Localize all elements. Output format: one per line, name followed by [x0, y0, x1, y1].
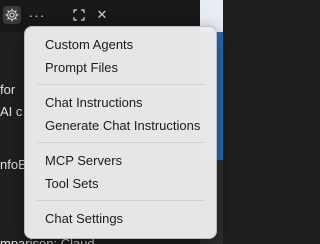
- maximize-icon[interactable]: [70, 6, 88, 24]
- menu-item-prompt-files[interactable]: Prompt Files: [31, 56, 210, 79]
- menu-separator: [37, 142, 204, 143]
- menu-item-tool-sets[interactable]: Tool Sets: [31, 172, 210, 195]
- menu-item-chat-instructions[interactable]: Chat Instructions: [31, 91, 210, 114]
- menu-item-mcp-servers[interactable]: MCP Servers: [31, 149, 210, 172]
- more-icon[interactable]: ···: [28, 6, 46, 24]
- close-label: ✕: [96, 7, 108, 22]
- menu-item-generate-chat-instructions[interactable]: Generate Chat Instructions: [31, 114, 210, 137]
- gear-icon[interactable]: [3, 6, 21, 24]
- menu-item-custom-agents[interactable]: Custom Agents: [31, 33, 210, 56]
- menu-separator: [37, 84, 204, 85]
- menu-item-chat-settings[interactable]: Chat Settings: [31, 207, 210, 230]
- menu-separator: [37, 200, 204, 201]
- bg-line: for: [0, 82, 16, 97]
- bg-line: AI c: [0, 104, 23, 119]
- settings-menu: Custom Agents Prompt Files Chat Instruct…: [24, 26, 217, 239]
- close-icon[interactable]: ✕: [93, 6, 111, 24]
- bg-line: nfoB: [0, 157, 27, 172]
- more-label: ···: [28, 7, 46, 23]
